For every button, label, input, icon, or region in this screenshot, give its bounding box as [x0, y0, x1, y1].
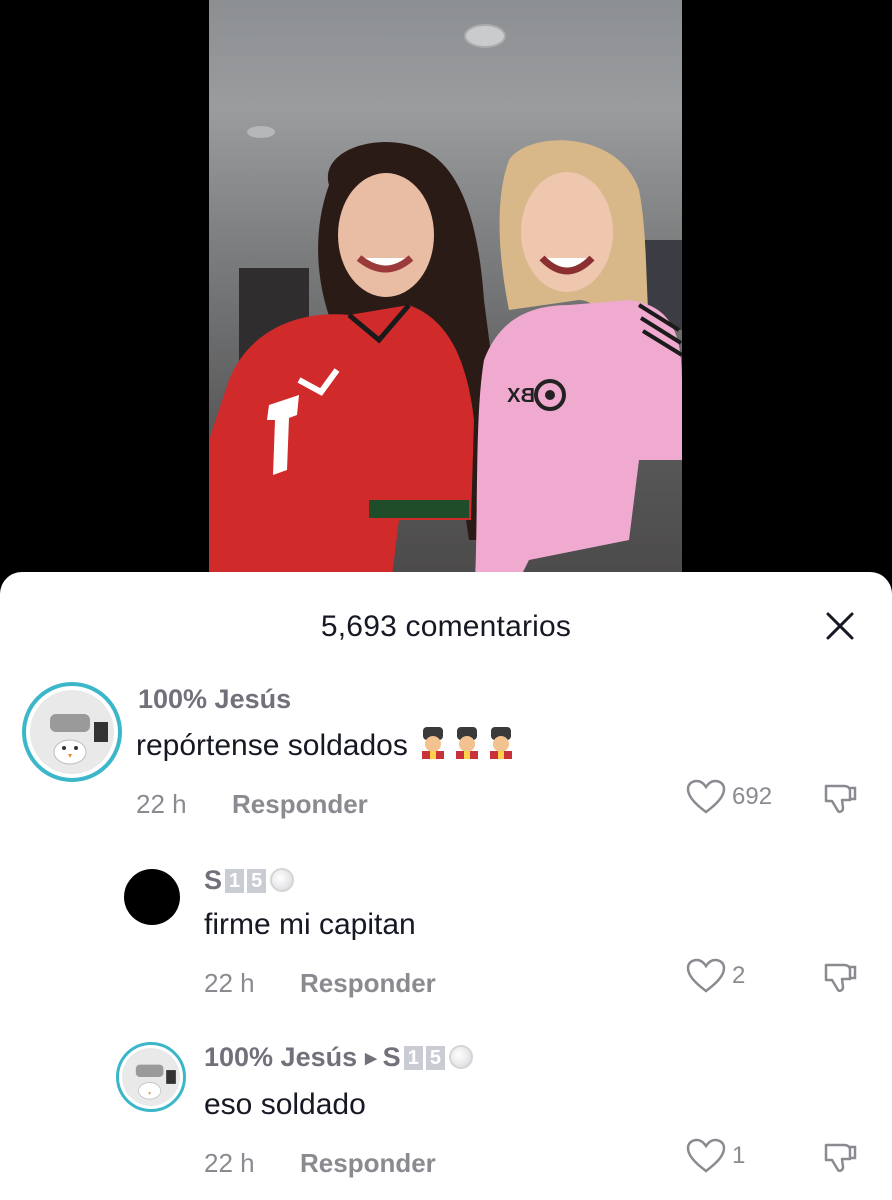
- thumbs-down-icon: [824, 963, 857, 993]
- heart-icon: [686, 1138, 726, 1173]
- close-icon: [826, 612, 854, 640]
- comments-sheet: 5,693 comentarios 100% Jesús repórtense …: [0, 572, 892, 1200]
- like-button[interactable]: 2: [686, 958, 745, 994]
- reply-button[interactable]: Responder: [300, 968, 436, 999]
- comment-text-body: repórtense soldados: [136, 729, 408, 762]
- comment-text: repórtense soldados: [136, 727, 520, 767]
- comment-text: firme mi capitan: [204, 908, 416, 941]
- username-tag: 1: [225, 869, 245, 893]
- username-tag: 5: [247, 869, 267, 893]
- video-scene: BX: [209, 24, 682, 600]
- avatar-logo-icon: [50, 714, 108, 765]
- reply-button[interactable]: Responder: [300, 1148, 436, 1179]
- comment-username[interactable]: S15: [204, 865, 295, 896]
- jersey-sponsor-text: BX: [507, 385, 535, 407]
- reply-to-username[interactable]: S: [383, 1042, 401, 1072]
- comments-count-title: 5,693 comentarios: [320, 610, 572, 643]
- comment-text: eso soldado: [204, 1088, 366, 1121]
- username-text: 100% Jesús: [204, 1042, 358, 1072]
- video-player[interactable]: BX: [0, 0, 892, 600]
- dislike-button[interactable]: [822, 959, 858, 995]
- username-tag: 1: [403, 1046, 423, 1070]
- thumbs-down-icon: [824, 784, 857, 814]
- like-button[interactable]: 692: [686, 779, 772, 815]
- like-button[interactable]: 1: [686, 1138, 745, 1174]
- reply-button[interactable]: Responder: [232, 789, 368, 820]
- comment-username[interactable]: 100% Jesús ▶ S 1 5: [204, 1042, 473, 1073]
- avatar-image: [30, 690, 114, 774]
- close-button[interactable]: [822, 608, 858, 644]
- soldier-emoji-group: [418, 727, 520, 767]
- guard-emoji-icon: [489, 727, 512, 759]
- dislike-button[interactable]: [822, 780, 858, 816]
- comment-timestamp: 22 h: [204, 1148, 255, 1178]
- video-frame: BX: [209, 0, 682, 600]
- avatar-image: [122, 1048, 180, 1106]
- dislike-button[interactable]: [822, 1139, 858, 1175]
- avatar[interactable]: [124, 869, 180, 925]
- like-count: 1: [732, 1142, 746, 1169]
- heart-icon: [686, 779, 726, 814]
- avatar[interactable]: [116, 1042, 186, 1112]
- comment-timestamp: 22 h: [204, 968, 255, 998]
- guard-emoji-icon: [421, 727, 444, 759]
- ball-icon: [448, 1045, 473, 1069]
- thumbs-down-icon: [824, 1143, 857, 1173]
- heart-icon: [686, 958, 726, 993]
- ball-icon: [270, 868, 295, 892]
- comment-username[interactable]: 100% Jesús: [138, 684, 291, 715]
- reply-arrow-icon: ▶: [365, 1050, 377, 1067]
- guard-emoji-icon: [455, 727, 478, 759]
- like-count: 2: [732, 962, 746, 989]
- like-count: 692: [732, 783, 773, 810]
- avatar[interactable]: [22, 682, 122, 782]
- avatar-logo-icon: [135, 1064, 176, 1100]
- username-text: S: [204, 865, 223, 895]
- username-tag: 5: [425, 1046, 445, 1070]
- comment-timestamp: 22 h: [136, 789, 187, 819]
